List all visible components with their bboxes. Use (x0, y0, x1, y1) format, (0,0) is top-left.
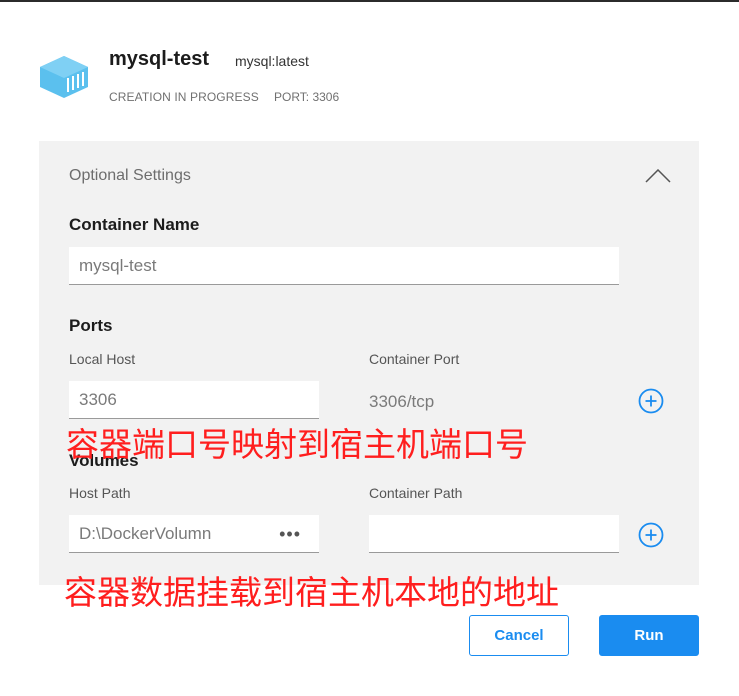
container-port-label: Container Port (369, 351, 460, 367)
host-path-label: Host Path (69, 485, 131, 501)
creation-status: CREATION IN PROGRESS (109, 90, 259, 104)
container-path-label: Container Path (369, 485, 463, 501)
host-path-value: D:\DockerVolumn (79, 524, 212, 543)
add-volume-icon[interactable] (638, 522, 664, 548)
port-info: PORT: 3306 (274, 90, 340, 104)
ports-heading: Ports (69, 316, 113, 335)
window-top-border (0, 0, 739, 2)
panel-title: Optional Settings (69, 167, 191, 184)
local-host-input[interactable]: 3306 (69, 381, 319, 419)
container-path-input[interactable] (369, 515, 619, 553)
optional-settings-panel: Optional Settings Container Name mysql-t… (39, 141, 699, 585)
container-name-heading: Container Name (69, 215, 200, 234)
run-button[interactable]: Run (599, 615, 699, 656)
chevron-up-icon[interactable] (645, 169, 671, 183)
add-port-icon[interactable] (638, 388, 664, 414)
host-path-input[interactable]: D:\DockerVolumn ••• (69, 515, 319, 553)
browse-button[interactable]: ••• (279, 515, 301, 553)
container-title: mysql-test (109, 48, 210, 70)
volumes-annotation: 容器数据挂载到宿主机本地的地址 (64, 573, 559, 612)
container-port-value: 3306/tcp (369, 392, 435, 411)
local-host-label: Local Host (69, 351, 136, 367)
image-tag: mysql:latest (235, 53, 309, 69)
cancel-button[interactable]: Cancel (469, 615, 569, 656)
ports-annotation: 容器端口号映射到宿主机端口号 (66, 425, 528, 464)
container-name-input[interactable]: mysql-test (69, 247, 619, 285)
container-icon (40, 56, 88, 98)
